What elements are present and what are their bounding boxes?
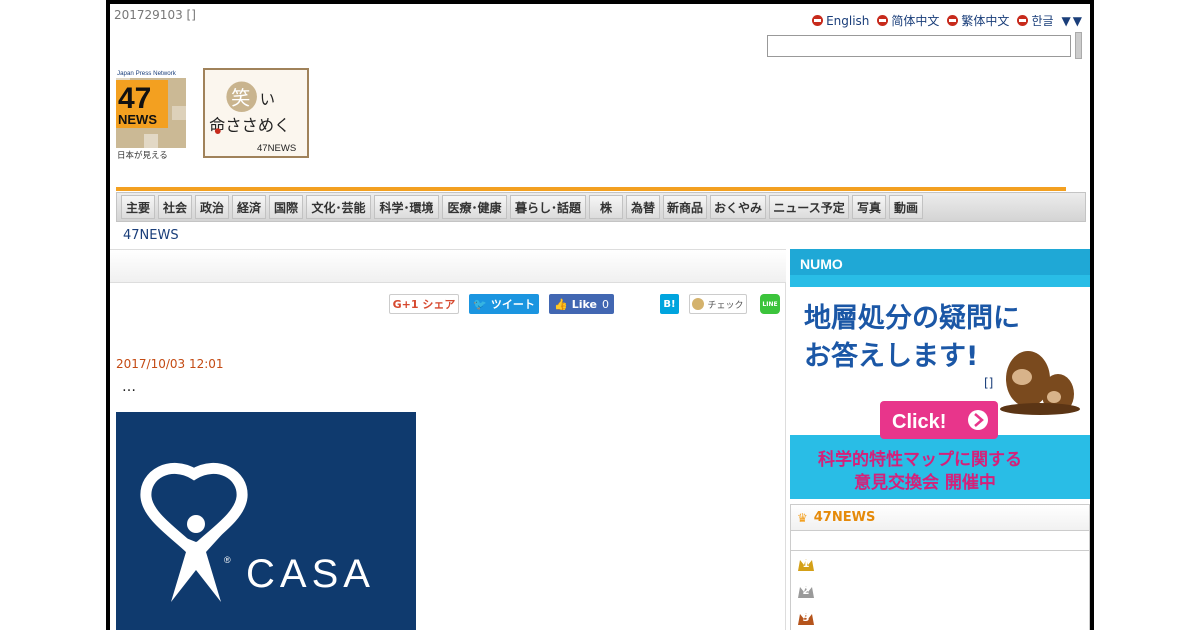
warai-line2: 命ささめく [209,116,290,135]
article-text: … [122,379,136,395]
nav-item-schedule[interactable]: ニュース予定 [769,195,849,219]
warai-banner[interactable]: 笑 い 命ささめく 47NEWS [203,68,309,158]
no-entry-icon [877,15,889,26]
ad-sub-2: 意見交換会 開催中 [854,472,996,493]
tweet-label: ツイート [490,298,535,311]
like-count: 0 [601,297,609,311]
breadcrumb[interactable]: 47NEWS [123,228,179,243]
ranking-item[interactable]: 1 [791,551,1089,578]
nav-item-main[interactable]: 主要 [121,195,155,219]
nav-item-stocks[interactable]: 株 [589,195,623,219]
logo-tagline: 日本が見える [117,150,168,160]
nav-item-lifestyle[interactable]: 暮らし･話題 [510,195,586,219]
ad-headline-2: お答えします! [804,340,978,372]
nav-item-obituaries[interactable]: おくやみ [710,195,766,219]
ad-bracket-text: [] [984,376,994,390]
no-entry-icon [1017,15,1029,26]
gplus-share-button[interactable]: G+1 シェア [389,294,459,314]
hatena-bookmark-button[interactable]: B! [660,294,679,314]
thumbs-up-icon: 👍 [554,297,568,311]
category-nav: 主要 社会 政治 経済 国際 文化･芸能 科学･環境 医療･健康 暮らし･話題 … [116,192,1086,222]
page-id-text: 201729103 [] [114,8,196,22]
mixi-label: チェック [707,300,744,311]
logo-news: NEWS [118,112,157,127]
nav-item-culture[interactable]: 文化･芸能 [306,195,371,219]
ranking-tabs [791,531,1089,551]
language-bar: English 简体中文 繁体中文 한글 ▼▼ [812,12,1084,29]
lang-simplified-chinese-link[interactable]: 简体中文 [877,12,939,29]
search-button[interactable] [1075,32,1082,59]
lang-korean-link[interactable]: 한글 [1017,12,1054,29]
casa-logo-image[interactable]: ® CASA [116,412,416,630]
lang-label: 简体中文 [891,14,940,28]
nav-item-society[interactable]: 社会 [158,195,192,219]
nav-item-politics[interactable]: 政治 [195,195,229,219]
lang-label: English [826,13,870,28]
warai-kanji: 笑 [231,86,250,109]
mixi-check-button[interactable]: チェック [689,294,747,314]
lang-traditional-chinese-link[interactable]: 繁体中文 [947,12,1009,29]
page-frame: 201729103 [] English 简体中文 繁体中文 한글 ▼▼ Jap… [106,0,1094,630]
casa-brand-text: CASA [246,552,375,596]
ranking-title: 47NEWS [813,510,876,525]
crown-icon: ♛ [797,510,808,525]
no-entry-icon [812,15,824,26]
lang-label: 한글 [1031,14,1054,28]
ranking-item[interactable]: 3 [791,605,1089,630]
article-header-bar [110,249,786,283]
language-toggle-icon[interactable]: ▼▼ [1062,14,1084,28]
warai-brand: 47NEWS [257,143,296,154]
line-share-button[interactable]: LINE [760,294,780,314]
47news-logo[interactable]: Japan Press Network 47 NEWS 日本が見える [116,68,186,160]
ranking-box: ♛ 47NEWS 1 2 3 [790,504,1090,630]
warai-line1: い [260,90,275,108]
search-input[interactable] [767,35,1071,57]
rank-number: 1 [802,559,810,570]
lang-english-link[interactable]: English [812,14,869,28]
nav-item-international[interactable]: 国際 [269,195,303,219]
silver-medal-icon: 2 [797,584,815,600]
bronze-medal-icon: 3 [797,611,815,627]
logo-caption: Japan Press Network [117,70,177,77]
casa-registered-mark: ® [224,555,231,565]
twitter-bird-icon: 🐦 [473,297,487,311]
accent-divider [116,187,1066,191]
ranking-item[interactable]: 2 [791,578,1089,605]
facebook-like-button[interactable]: 👍 Like 0 [549,294,614,314]
mixi-icon [692,298,705,310]
nav-item-photos[interactable]: 写真 [852,195,886,219]
gold-medal-icon: 1 [797,557,815,573]
nav-item-science[interactable]: 科学･環境 [374,195,439,219]
ad-brand: NUMO [800,256,843,272]
lang-label: 繁体中文 [961,14,1010,28]
ranking-header: ♛ 47NEWS [791,505,1089,531]
nav-item-videos[interactable]: 動画 [889,195,923,219]
rank-number: 3 [802,613,810,624]
ad-cta: Click! [892,411,946,433]
like-label: Like [571,297,597,311]
nav-item-economy[interactable]: 経済 [232,195,266,219]
ad-sub-1: 科学的特性マップに関する [818,449,1022,470]
numo-ad-banner[interactable]: NUMO 地層処分の疑問に お答えします! Click! 科学的特性マップに関す… [790,249,1090,499]
tweet-button[interactable]: 🐦 ツイート [469,294,539,314]
article-date: 2017/10/03 12:01 [116,357,224,371]
nav-item-forex[interactable]: 為替 [626,195,660,219]
logo-number: 47 [118,82,151,115]
ad-headline-1: 地層処分の疑問に [804,302,1020,334]
rank-number: 2 [802,586,810,597]
no-entry-icon [947,15,959,26]
article-column: G+1 シェア 🐦 ツイート 👍 Like 0 B! チェック LINE 2017/1… [110,249,786,630]
nav-item-new-products[interactable]: 新商品 [663,195,707,219]
nav-item-health[interactable]: 医療･健康 [442,195,507,219]
sidebar: NUMO 地層処分の疑問に お答えします! Click! 科学的特性マップに関す… [790,249,1090,630]
